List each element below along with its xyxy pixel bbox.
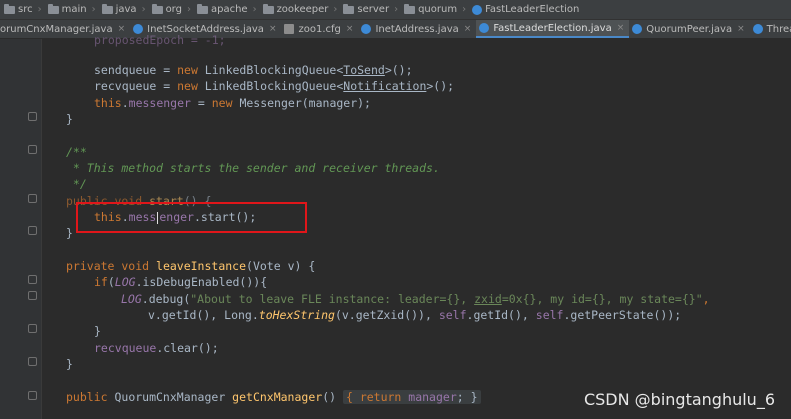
breadcrumb-item-main[interactable]: main › (46, 3, 100, 15)
tab-fastleaderelection[interactable]: FastLeaderElection.java × (476, 20, 630, 38)
code-line: recvqueue = new LinkedBlockingQueue<Noti… (94, 79, 455, 93)
code-line: v.getId(), Long.toHexString(v.getZxid())… (148, 308, 682, 322)
folder-icon (101, 3, 113, 14)
chevron-right-icon: › (394, 4, 399, 15)
code-comment: /** (66, 145, 87, 159)
code-line: sendqueue = new LinkedBlockingQueue<ToSe… (94, 63, 413, 77)
folder-icon (196, 3, 208, 14)
breadcrumb: src › main › java › org › apache › zookeeper ›… (0, 0, 791, 20)
breadcrumb-item-org[interactable]: org › (150, 3, 195, 15)
chevron-right-icon: › (186, 4, 191, 15)
breadcrumb-item-java[interactable]: java › (100, 3, 150, 15)
code-line: } (66, 357, 73, 371)
class-icon (472, 4, 483, 15)
code-line: LOG.debug("About to leave FLE instance: … (121, 292, 710, 306)
class-icon (361, 24, 372, 34)
chevron-right-icon: › (333, 4, 338, 15)
chevron-right-icon: › (141, 4, 146, 15)
breadcrumb-item-src[interactable]: src › (2, 3, 46, 15)
folder-icon (262, 3, 274, 14)
breadcrumb-item-server[interactable]: server › (341, 3, 402, 15)
annotation-highlight-box (76, 202, 307, 233)
breadcrumb-item-fastleaderelection[interactable]: FastLeaderElection (470, 4, 579, 15)
code-comment: */ (66, 177, 87, 191)
chevron-right-icon: › (252, 4, 257, 15)
code-editor[interactable]: proposedEpoch = -1; sendqueue = new Link… (0, 33, 791, 419)
chevron-right-icon: › (462, 4, 467, 15)
tab-inetaddress[interactable]: InetAddress.java × (358, 20, 476, 38)
code-comment: * This method starts the sender and rece… (66, 161, 440, 175)
close-icon[interactable]: × (737, 24, 745, 34)
class-icon (479, 23, 490, 33)
code-line: private void leaveInstance(Vote v) { (66, 259, 316, 273)
code-line: if(LOG.isDebugEnabled()){ (94, 275, 268, 289)
code-line: } (66, 112, 73, 126)
code-line: recvqueue.clear(); (94, 341, 219, 355)
close-icon[interactable]: × (269, 24, 277, 34)
tab-quorumpeer[interactable]: QuorumPeer.java × (629, 20, 749, 38)
code-line: } (66, 226, 73, 240)
folded-method-body[interactable]: { return manager; } (342, 390, 481, 404)
tab-thread[interactable]: Thread.java× (750, 20, 791, 38)
chevron-right-icon: › (37, 4, 42, 15)
code-line: this.messenger = new Messenger(manager); (94, 96, 371, 110)
folder-icon (343, 3, 355, 14)
config-file-icon (284, 24, 295, 34)
class-icon (632, 24, 643, 34)
breadcrumb-item-quorum[interactable]: quorum › (402, 3, 470, 15)
code-line: } (94, 324, 101, 338)
breadcrumb-item-zookeeper[interactable]: zookeeper › (261, 3, 342, 15)
class-icon (752, 24, 763, 34)
code-line-partial: proposedEpoch = -1; (94, 33, 226, 47)
chevron-right-icon: › (91, 4, 96, 15)
tab-zoo1-cfg[interactable]: zoo1.cfg × (281, 20, 358, 38)
code-line: public QuorumCnxManager getCnxManager() … (66, 389, 481, 405)
close-icon[interactable]: × (346, 24, 354, 34)
folder-icon (151, 3, 163, 14)
folder-icon (47, 3, 59, 14)
watermark: CSDN @bingtanghulu_6 (583, 390, 775, 409)
close-icon[interactable]: × (464, 24, 472, 34)
breadcrumb-item-apache[interactable]: apache › (195, 3, 261, 15)
close-icon[interactable]: × (617, 23, 625, 33)
folder-icon (404, 3, 416, 14)
folder-icon (4, 3, 15, 14)
